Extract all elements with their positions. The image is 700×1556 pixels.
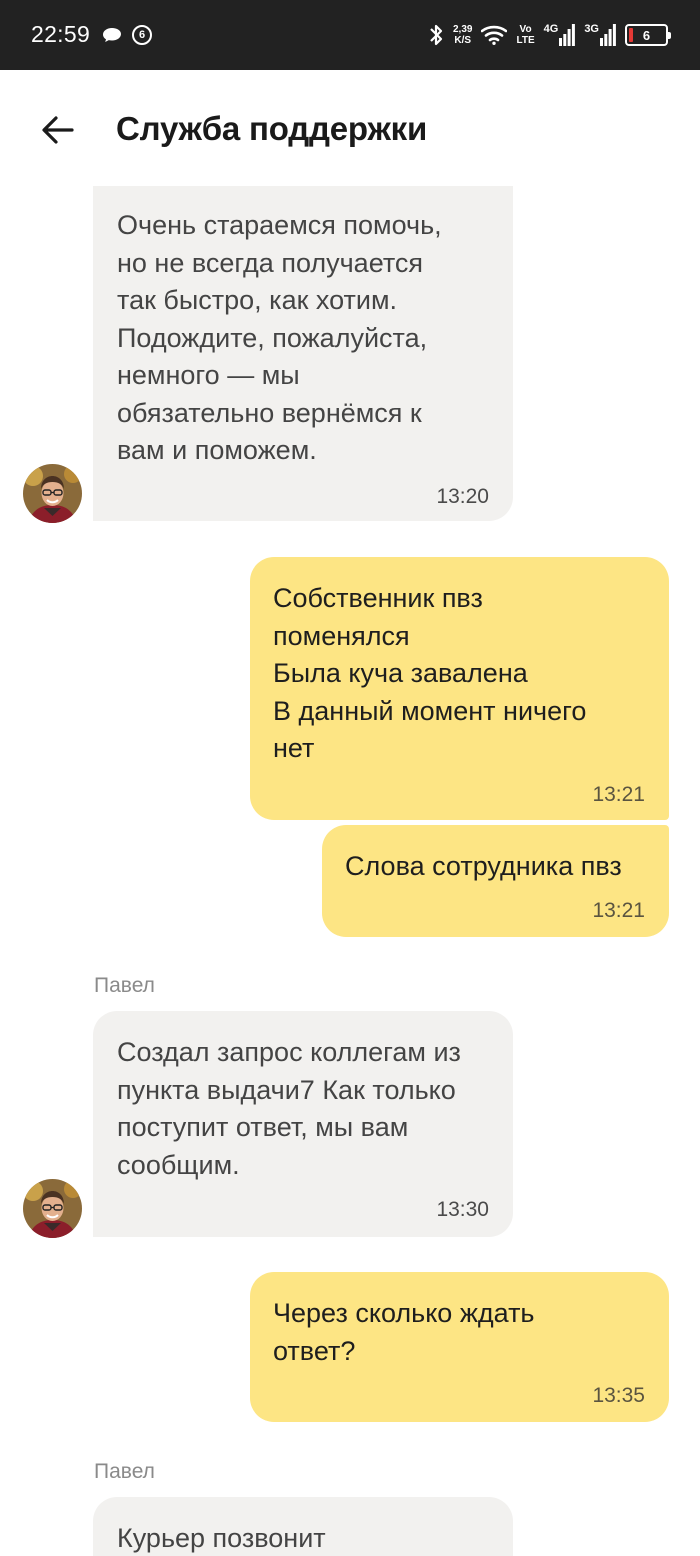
page-title: Служба поддержки <box>116 110 428 147</box>
sender-name: Павел <box>94 974 155 997</box>
signal-4g: 4G <box>544 24 576 46</box>
incoming-message[interactable]: Курьер позвонит <box>93 1497 513 1556</box>
status-right-icons: 2,39 K/S Vo LTE 4G 3G 6 <box>428 18 671 52</box>
status-bar: 22:59 6 2,39 K/S Vo LTE 4G 3G 6 <box>0 0 700 70</box>
signal-3g: 3G <box>584 24 616 46</box>
message-text: Через сколько ждать ответ? <box>273 1298 535 1366</box>
message-text: Собственник пвз поменялся Была куча зава… <box>273 583 587 763</box>
chat-message-list[interactable]: Очень стараемся помочь, но не всегда пол… <box>0 186 700 1556</box>
battery-fill <box>629 28 633 42</box>
back-arrow-icon[interactable] <box>40 112 76 148</box>
support-agent-avatar <box>23 1179 82 1238</box>
message-notification-icon <box>103 28 121 42</box>
message-time: 13:20 <box>436 485 489 508</box>
message-time: 13:35 <box>592 1384 645 1407</box>
bluetooth-icon <box>430 24 443 46</box>
signal-bars-icon <box>559 24 576 46</box>
message-time: 13:21 <box>592 783 645 806</box>
avatar-portrait-icon <box>23 464 82 523</box>
volte-indicator: Vo LTE <box>516 24 534 46</box>
message-text: Очень стараемся помочь, но не всегда пол… <box>117 210 442 465</box>
sender-name: Павел <box>94 1460 155 1483</box>
outgoing-message[interactable]: Собственник пвз поменялся Была куча зава… <box>250 557 669 820</box>
network-speed: 2,39 K/S <box>453 24 472 46</box>
battery-icon: 6 <box>625 24 671 46</box>
outgoing-message[interactable]: Слова сотрудника пвз 13:21 <box>322 825 669 937</box>
network-speed-value: 2,39 <box>453 24 473 35</box>
signal-bars-icon <box>600 24 616 46</box>
status-notifications: 6 <box>102 22 152 48</box>
volte-bottom-label: LTE <box>516 35 535 46</box>
incoming-message[interactable]: Очень стараемся помочь, но не всегда пол… <box>93 186 513 521</box>
status-time: 22:59 <box>31 21 91 47</box>
message-time: 13:21 <box>592 899 645 922</box>
message-time: 13:30 <box>436 1198 489 1221</box>
message-text: Создал запрос коллегам из пункта выдачи7… <box>117 1037 461 1180</box>
signal-4g-label: 4G <box>543 23 559 35</box>
volte-top-label: Vo <box>519 24 532 35</box>
signal-3g-label: 3G <box>584 23 599 35</box>
message-text: Слова сотрудника пвз <box>345 851 622 881</box>
network-speed-unit: K/S <box>454 35 472 46</box>
avatar-portrait-icon <box>23 1179 82 1238</box>
wifi-icon <box>481 25 508 45</box>
notification-count-badge: 6 <box>132 25 152 45</box>
support-agent-avatar <box>23 464 82 523</box>
outgoing-message[interactable]: Через сколько ждать ответ? 13:35 <box>250 1272 669 1422</box>
message-text: Курьер позвонит <box>117 1523 326 1553</box>
incoming-message[interactable]: Создал запрос коллегам из пункта выдачи7… <box>93 1011 513 1237</box>
battery-level: 6 <box>642 27 651 43</box>
app-header: Служба поддержки <box>0 70 700 186</box>
